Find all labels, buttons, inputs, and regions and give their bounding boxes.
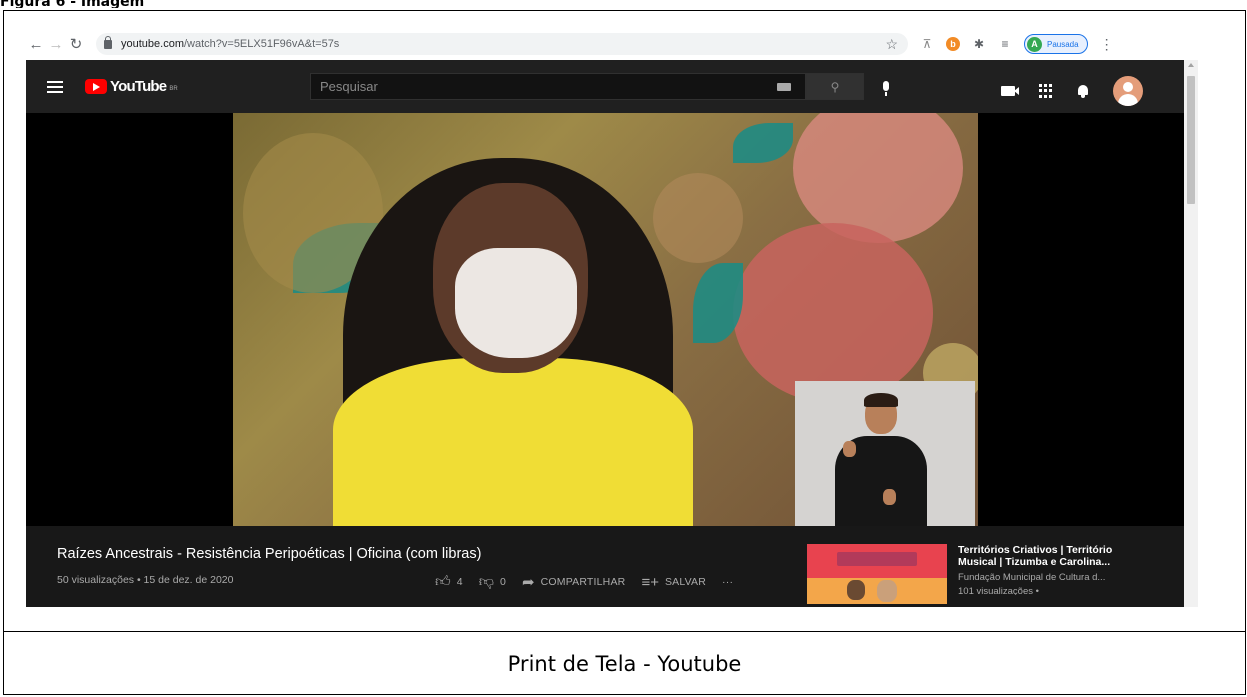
save-button[interactable]: ≡+ SALVAR bbox=[641, 574, 706, 591]
account-avatar[interactable] bbox=[1113, 76, 1143, 106]
youtube-page: YouTube BR Pesquisar ⚲ Raízes Ancestrais… bbox=[26, 60, 1198, 607]
forward-arrow-icon[interactable]: → bbox=[46, 36, 66, 53]
video-meta: 50 visualizações • 15 de dez. de 2020 bbox=[57, 574, 234, 586]
video-player[interactable] bbox=[26, 113, 1184, 526]
reload-icon[interactable]: ↻ bbox=[66, 35, 86, 53]
thumbs-up-icon: 👍︎ bbox=[435, 573, 451, 590]
extension-b-icon[interactable]: b bbox=[946, 37, 960, 51]
figure-caption: Print de Tela - Youtube bbox=[507, 651, 742, 676]
page-scrollbar[interactable] bbox=[1184, 60, 1198, 607]
figure-label: Figura 6 - Imagem bbox=[0, 0, 145, 8]
puzzle-icon[interactable]: ✱ bbox=[972, 37, 986, 51]
recommended-video[interactable]: Territórios Criativos | Território Music… bbox=[807, 544, 1153, 604]
recommended-channel[interactable]: Fundação Municipal de Cultura d... bbox=[958, 572, 1153, 583]
dislike-button[interactable]: 👎︎ 0 bbox=[479, 573, 506, 591]
thumbs-down-icon: 👎︎ bbox=[478, 573, 494, 590]
search-input[interactable]: Pesquisar bbox=[310, 73, 806, 100]
create-video-icon[interactable] bbox=[1001, 86, 1019, 96]
profile-status: Pausada bbox=[1047, 39, 1079, 49]
bookmark-star-icon[interactable]: ☆ bbox=[885, 36, 898, 53]
recommended-thumbnail[interactable] bbox=[807, 544, 947, 604]
more-actions-button[interactable]: ··· bbox=[722, 576, 733, 588]
video-actions: 👍︎ 4 👎︎ 0 ➦ COMPARTILHAR ≡+ SALVAR ··· bbox=[435, 573, 749, 591]
video-title: Raízes Ancestrais - Resistência Peripoét… bbox=[57, 546, 482, 562]
address-bar[interactable]: youtube.com/watch?v=5ELX51F96vA&t=57s ☆ bbox=[96, 33, 908, 55]
menu-dots-icon[interactable]: ⋮ bbox=[1100, 36, 1114, 53]
keyboard-icon[interactable] bbox=[777, 82, 791, 91]
search-button[interactable]: ⚲ bbox=[806, 73, 864, 100]
browser-toolbar: ← → ↻ youtube.com/watch?v=5ELX51F96vA&t=… bbox=[26, 30, 1198, 58]
presenter-mask bbox=[455, 248, 577, 358]
youtube-play-icon bbox=[85, 79, 107, 94]
share-button[interactable]: ➦ COMPARTILHAR bbox=[522, 573, 625, 591]
scroll-up-arrow-icon[interactable] bbox=[1188, 63, 1194, 67]
more-dots-icon: ··· bbox=[722, 576, 734, 588]
youtube-logo[interactable]: YouTube BR bbox=[85, 78, 178, 95]
extension-pin-icon[interactable]: ⊼ bbox=[920, 37, 934, 51]
hamburger-menu-icon[interactable] bbox=[47, 80, 63, 93]
youtube-masthead: YouTube BR Pesquisar ⚲ bbox=[26, 60, 1184, 113]
video-info-panel: Raízes Ancestrais - Resistência Peripoét… bbox=[26, 526, 1184, 607]
sign-language-interpreter bbox=[795, 381, 975, 526]
search-placeholder: Pesquisar bbox=[320, 79, 378, 94]
search-icon: ⚲ bbox=[830, 79, 840, 94]
profile-button[interactable]: A Pausada bbox=[1024, 34, 1088, 54]
lock-icon bbox=[104, 35, 112, 49]
apps-grid-icon[interactable] bbox=[1039, 84, 1053, 98]
profile-avatar: A bbox=[1027, 36, 1042, 52]
voice-search-button[interactable] bbox=[877, 77, 895, 96]
microphone-icon bbox=[883, 81, 889, 96]
recommended-title[interactable]: Territórios Criativos | Território Music… bbox=[958, 544, 1153, 568]
share-arrow-icon: ➦ bbox=[522, 574, 535, 591]
url-text: youtube.com/watch?v=5ELX51F96vA&t=57s bbox=[121, 38, 340, 50]
notifications-bell-icon[interactable] bbox=[1077, 84, 1089, 98]
video-frame[interactable] bbox=[233, 113, 978, 526]
presenter-shirt bbox=[333, 358, 693, 526]
scrollbar-thumb[interactable] bbox=[1187, 76, 1195, 204]
recommended-views: 101 visualizações • bbox=[958, 586, 1039, 595]
reading-list-icon[interactable]: ≡ bbox=[998, 37, 1012, 51]
back-arrow-icon[interactable]: ← bbox=[26, 36, 46, 53]
add-playlist-icon: ≡+ bbox=[641, 573, 659, 591]
youtube-region-label: BR bbox=[169, 86, 178, 92]
youtube-logo-text: YouTube bbox=[110, 78, 167, 95]
like-button[interactable]: 👍︎ 4 bbox=[435, 573, 463, 591]
